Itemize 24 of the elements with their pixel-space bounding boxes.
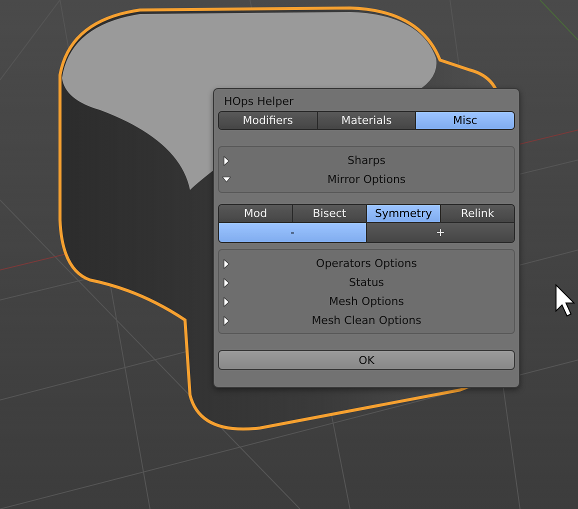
tab[interactable]: Bisect <box>292 205 366 222</box>
section-header[interactable]: Mesh Options <box>329 295 404 308</box>
collapse-triangle-icon[interactable] <box>222 174 230 184</box>
section-header[interactable]: Sharps <box>348 154 386 167</box>
dialog-title: HOps Helper <box>224 95 295 110</box>
tab[interactable]: Modifiers <box>219 112 317 129</box>
ok-button[interactable]: OK <box>218 350 515 370</box>
toggle-button[interactable]: + <box>366 223 514 242</box>
cursor-icon <box>556 284 576 317</box>
section-header[interactable]: Mesh Clean Options <box>312 314 422 327</box>
expand-triangle-icon[interactable] <box>222 316 230 326</box>
tab[interactable]: Relink <box>440 205 514 222</box>
section-header[interactable]: Operators Options <box>316 257 417 270</box>
tab[interactable]: Misc <box>415 112 514 129</box>
expand-triangle-icon[interactable] <box>222 258 230 268</box>
tab[interactable]: Materials <box>316 112 416 129</box>
expand-triangle-icon[interactable] <box>222 296 230 306</box>
expand-triangle-icon[interactable] <box>222 278 230 288</box>
section-header[interactable]: Mirror Options <box>327 173 406 186</box>
tab[interactable]: Symmetry <box>366 205 440 222</box>
section-header[interactable]: Status <box>348 276 384 289</box>
expand-triangle-icon[interactable] <box>222 156 230 166</box>
toggle-button[interactable]: - <box>219 223 366 242</box>
tab[interactable]: Mod <box>219 205 292 222</box>
